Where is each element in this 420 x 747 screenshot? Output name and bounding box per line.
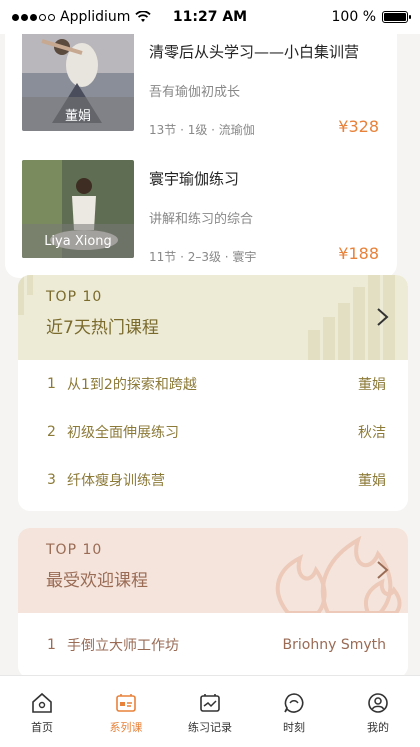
rank-teacher: 董娟 [358,473,386,489]
course-price: ¥188 [338,244,379,263]
rank-number: 1 [47,376,56,392]
rank-course-name: 从1到2的探索和跨越 [67,377,197,393]
chevron-right-icon[interactable] [372,307,392,327]
record-icon [200,694,220,712]
battery-percent: 100 % [331,9,376,25]
series-icon [116,694,136,712]
tab-label: 系列课 [109,721,143,734]
course-price: ¥328 [338,117,379,136]
rank-course-name: 纤体瘦身训练营 [67,473,165,489]
carrier-label: Applidium [60,9,131,25]
profile-icon [368,693,388,713]
signal-icon [12,13,55,21]
tab-bar: 首页 系列课 练习记录 时刻 我的 [0,675,420,747]
course-meta: 13节 · 1级 · 流瑜伽 [149,123,255,137]
popular-ranking-card: TOP 10 最受欢迎课程 1 手倒立大师工作坊 Briohny Smyth [18,528,408,678]
rank-number: 3 [47,472,56,488]
tab-home[interactable]: 首页 [0,676,84,747]
battery-icon [382,11,411,23]
rank-number: 2 [47,424,56,440]
teacher-caption: 董娟 [22,97,134,131]
tab-profile[interactable]: 我的 [336,676,420,747]
course-list: 董娟 清零后从头学习——小白集训营 吾有瑜伽初成长 13节 · 1级 · 流瑜伽… [5,20,397,278]
course-subtitle: 讲解和练习的综合 [149,212,254,227]
course-item[interactable]: 董娟 清零后从头学习——小白集训营 吾有瑜伽初成长 13节 · 1级 · 流瑜伽… [22,33,394,137]
status-bar: Applidium 11:27 AM 100 % [0,0,420,34]
rank-teacher: 董娟 [358,377,386,393]
ranking-eyebrow: TOP 10 [46,542,103,558]
popular-ranking-header[interactable]: TOP 10 最受欢迎课程 [18,528,408,613]
course-item[interactable]: Liya Xiong 寰宇瑜伽练习 讲解和练习的综合 11节 · 2–3级 · … [22,160,394,264]
course-meta: 11节 · 2–3级 · 寰宇 [149,250,257,264]
home-icon [32,692,52,713]
tab-series[interactable]: 系列课 [84,676,168,747]
tab-label: 我的 [367,721,389,734]
course-thumbnail: 董娟 [22,33,134,131]
moments-icon [284,693,304,713]
course-thumbnail: Liya Xiong [22,160,134,258]
ranking-row[interactable]: 3 纤体瘦身训练营 董娟 [18,456,408,504]
rank-number: 1 [47,637,56,653]
ranking-eyebrow: TOP 10 [46,289,103,305]
course-title: 清零后从头学习——小白集训营 [149,43,360,61]
tab-moments[interactable]: 时刻 [252,676,336,747]
rank-course-name: 初级全面伸展练习 [67,425,179,441]
hot-ranking-header[interactable]: TOP 10 近7天热门课程 [18,275,408,360]
wifi-icon [135,11,152,22]
tab-label: 练习记录 [188,721,232,734]
hot-ranking-card: TOP 10 近7天热门课程 1 从1到2的探索和跨越 董娟 2 初级全面伸展练… [18,275,408,511]
rank-course-name: 手倒立大师工作坊 [67,638,179,654]
tab-records[interactable]: 练习记录 [168,676,252,747]
teacher-caption: Liya Xiong [22,224,134,258]
ranking-row[interactable]: 1 从1到2的探索和跨越 董娟 [18,360,408,408]
rank-teacher: Briohny Smyth [282,637,386,653]
ranking-title: 近7天热门课程 [46,318,159,338]
rank-teacher: 秋洁 [358,425,386,441]
chevron-right-icon[interactable] [372,560,392,580]
tab-label: 首页 [31,721,53,734]
status-time: 11:27 AM [172,9,248,25]
course-title: 寰宇瑜伽练习 [149,170,240,188]
ranking-row[interactable]: 1 手倒立大师工作坊 Briohny Smyth [18,621,408,669]
ranking-row[interactable]: 2 初级全面伸展练习 秋洁 [18,408,408,456]
tab-label: 时刻 [283,721,305,734]
course-subtitle: 吾有瑜伽初成长 [149,85,241,100]
ranking-title: 最受欢迎课程 [46,571,148,591]
